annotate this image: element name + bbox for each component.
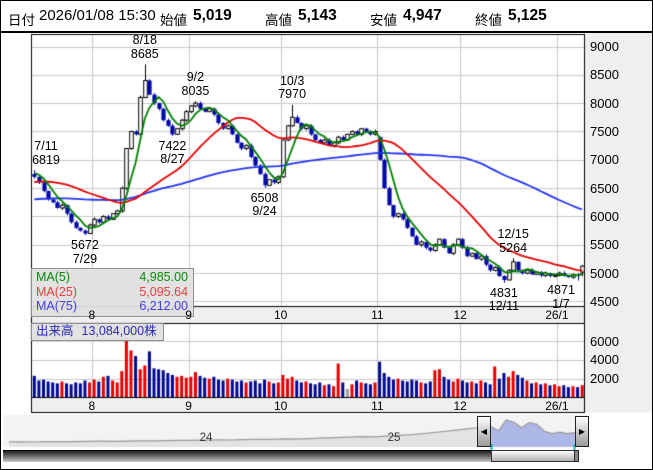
stock-chart-window: 日付 2026/01/08 15:30 始値 5,019 高値 5,143 安値…: [0, 0, 653, 470]
date-value: 2026/01/08 15:30: [39, 7, 156, 24]
high-value: 5,143: [298, 7, 337, 24]
horizontal-scrollbar-thumb[interactable]: [491, 450, 575, 462]
open-value: 5,019: [193, 7, 232, 24]
navigator-selection-window[interactable]: [491, 416, 575, 447]
close-label: 終値: [475, 13, 502, 28]
ohlc-header-bar: 日付 2026/01/08 15:30 始値 5,019 高値 5,143 安値…: [1, 1, 652, 33]
open-label: 始値: [160, 13, 187, 28]
close-value: 5,125: [508, 7, 547, 24]
right-arrow-icon: ▶: [578, 427, 586, 436]
low-value: 4,947: [403, 7, 442, 24]
candlestick-chart-canvas[interactable]: [1, 1, 652, 469]
navigator-scroll-left-button[interactable]: ◀: [477, 416, 491, 447]
high-label: 高値: [265, 13, 292, 28]
left-arrow-icon: ◀: [480, 427, 488, 436]
low-label: 安値: [370, 13, 397, 28]
horizontal-scrollbar-end-cap[interactable]: [574, 450, 579, 462]
date-label: 日付: [8, 13, 35, 28]
navigator-scroll-right-button[interactable]: ▶: [575, 416, 589, 447]
